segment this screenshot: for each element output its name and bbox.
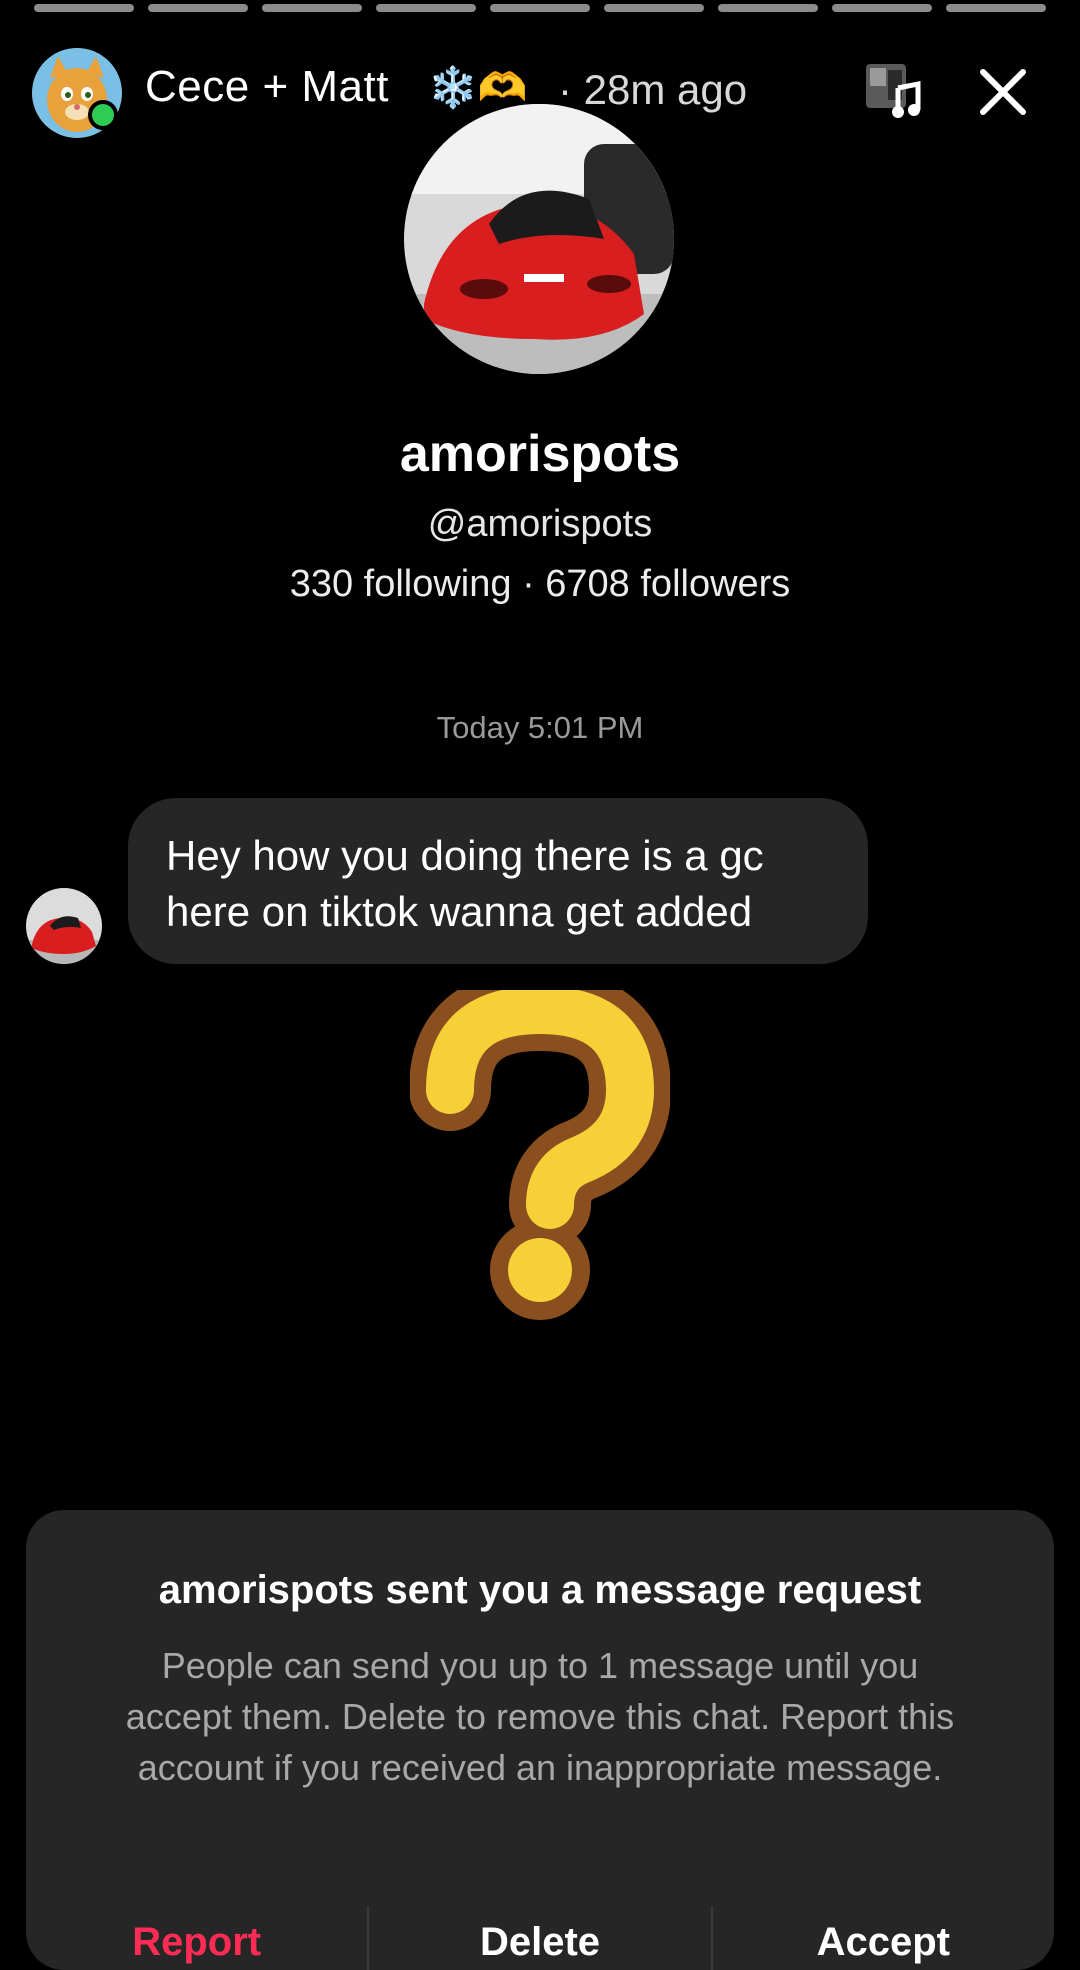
progress-segment xyxy=(148,4,248,12)
message-timestamp: Today 5:01 PM xyxy=(436,710,644,745)
message-bubble[interactable]: Hey how you doing there is a gc here on … xyxy=(128,798,868,964)
question-mark-sticker xyxy=(409,968,672,1320)
message-request-description: People can send you up to 1 message unti… xyxy=(125,1645,955,1788)
delete-button[interactable]: Delete xyxy=(369,1898,710,1970)
progress-segment xyxy=(604,4,704,12)
close-icon[interactable] xyxy=(975,64,1031,120)
accept-button[interactable]: Accept xyxy=(713,1898,1054,1970)
music-note-icon[interactable] xyxy=(864,62,922,122)
story-time: · 28m ago xyxy=(558,66,748,113)
online-status-dot xyxy=(88,100,118,130)
progress-segment xyxy=(376,4,476,12)
progress-segment xyxy=(718,4,818,12)
profile-avatar[interactable] xyxy=(404,104,674,374)
profile-stats: 330 following · 6708 followers xyxy=(289,563,791,605)
progress-segment xyxy=(34,4,134,12)
message-request-title: amorispots sent you a message request xyxy=(158,1568,922,1612)
story-progress-bar xyxy=(34,4,1046,14)
story-title[interactable]: Cece + Matt xyxy=(145,62,389,112)
report-button[interactable]: Report xyxy=(26,1898,367,1970)
progress-segment xyxy=(832,4,932,12)
message-request-panel: amorispots sent you a message request Pe… xyxy=(26,1510,1054,1970)
progress-segment xyxy=(946,4,1046,12)
progress-segment xyxy=(490,4,590,12)
progress-segment xyxy=(262,4,362,12)
profile-display-name: amorispots xyxy=(399,425,681,483)
story-title-emoji: ❄️🫶 xyxy=(428,66,528,110)
sender-avatar[interactable] xyxy=(26,888,102,964)
message-request-actions: Report Delete Accept xyxy=(26,1898,1054,1970)
profile-handle: @amorispots xyxy=(427,503,653,545)
